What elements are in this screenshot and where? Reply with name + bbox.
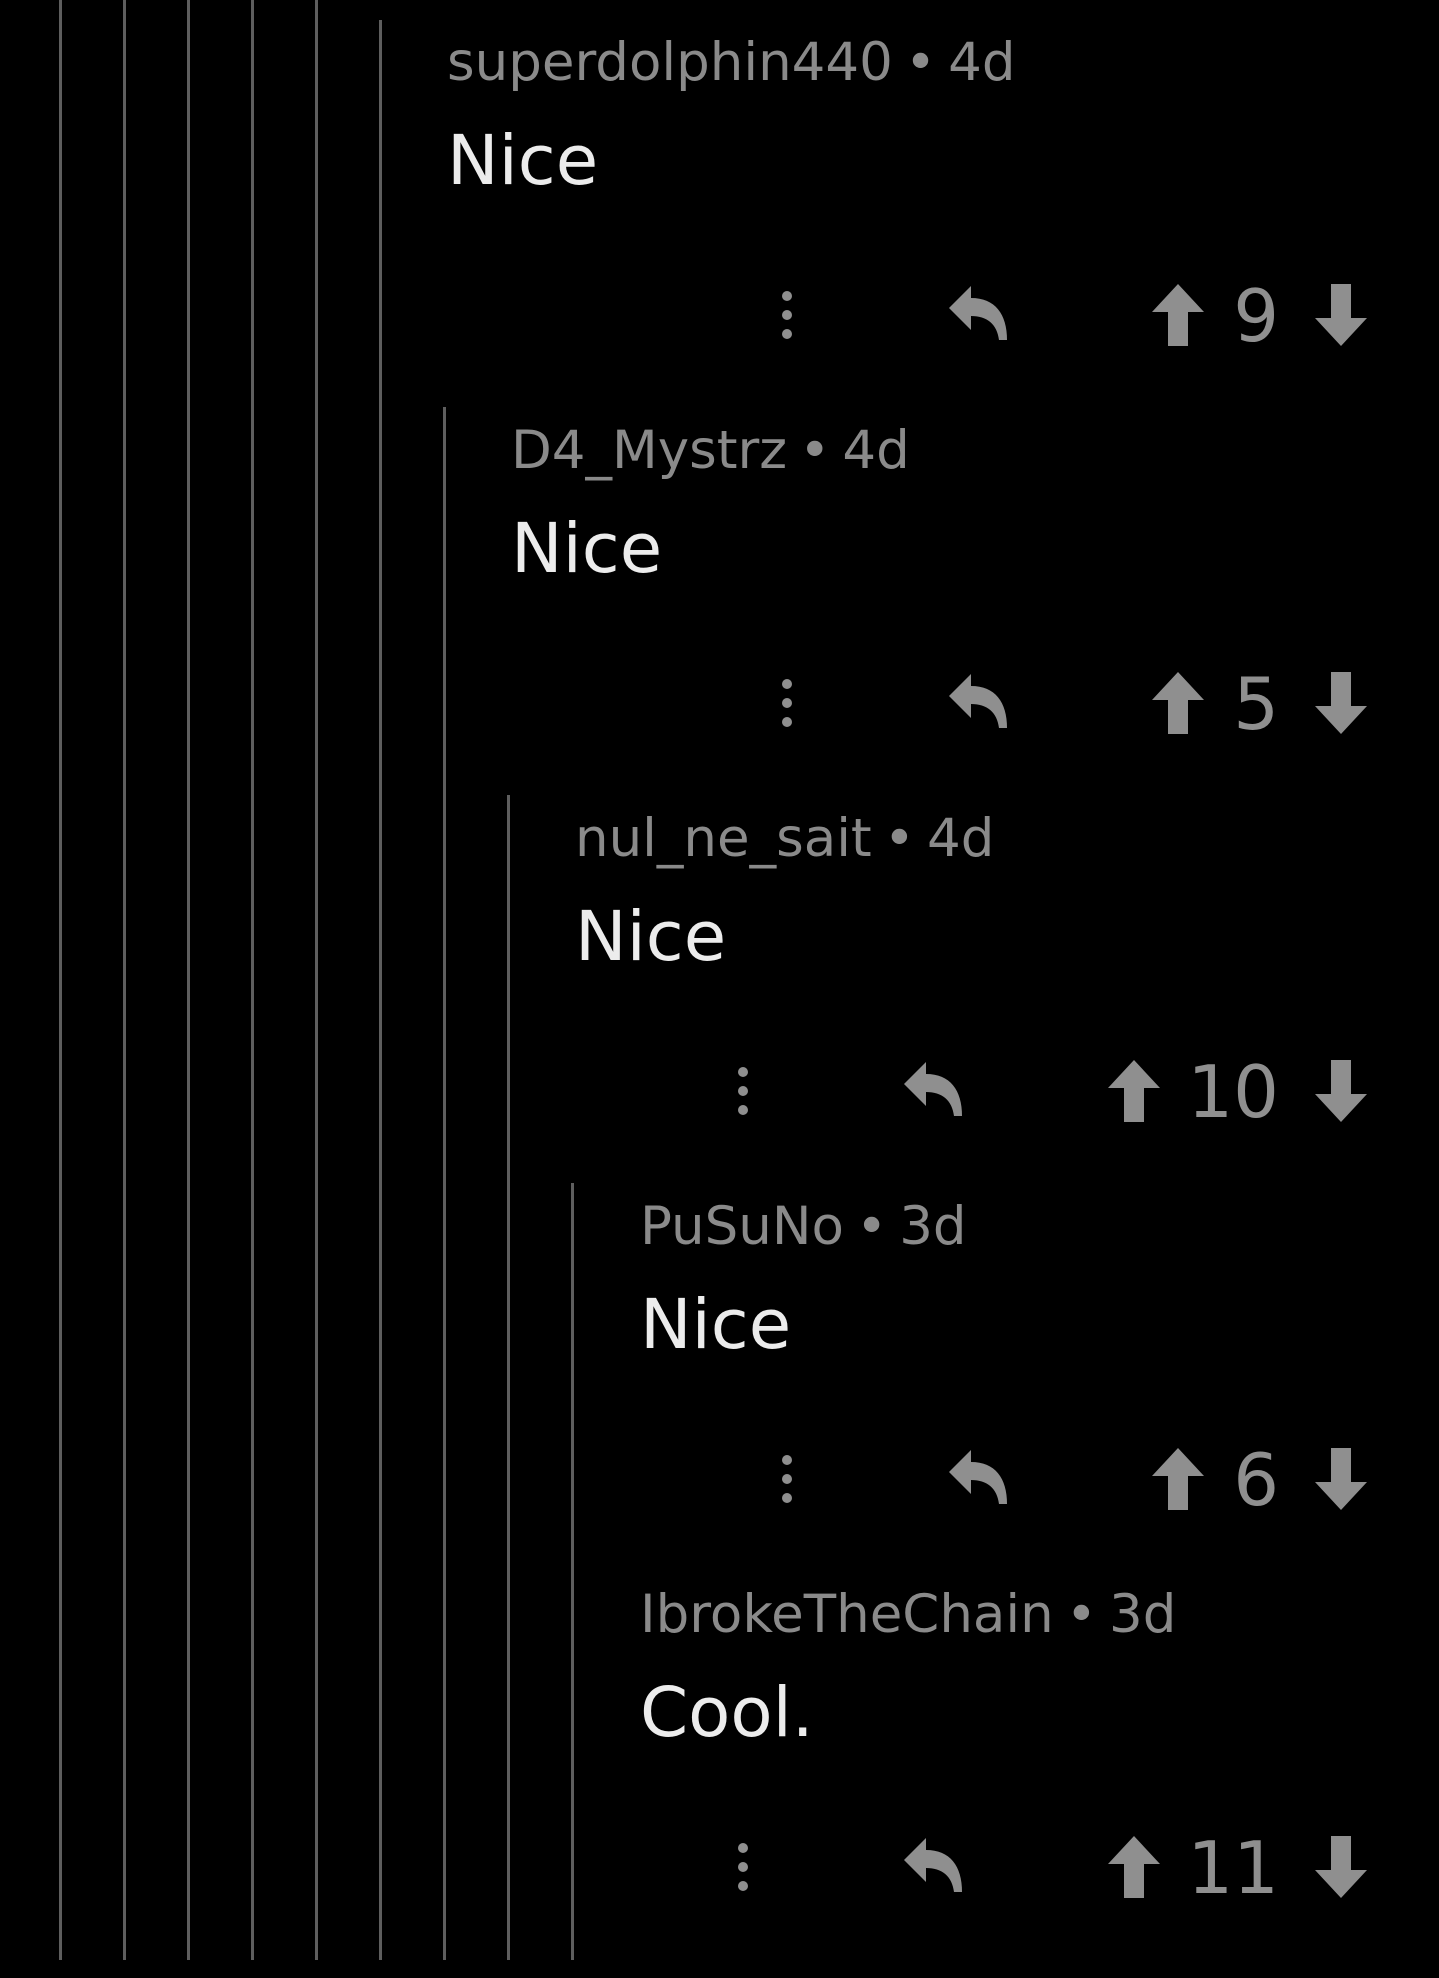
vote-score: 9 [1233, 274, 1279, 358]
reply-icon [904, 1838, 962, 1892]
comment-age: 4d [926, 808, 995, 869]
downvote-arrow-icon [1315, 1448, 1367, 1510]
comment-body: Nice [511, 509, 663, 589]
upvote-arrow-icon [1108, 1060, 1160, 1122]
reply-button[interactable] [900, 1056, 970, 1126]
comment: nul_ne_sait • 4d Nice 10 [0, 776, 1439, 1164]
comment-meta: superdolphin440 • 4d [447, 28, 1015, 98]
meta-separator: • [799, 420, 831, 481]
downvote-button[interactable] [1311, 668, 1371, 738]
downvote-arrow-icon [1315, 1836, 1367, 1898]
vote-score: 5 [1233, 662, 1279, 746]
more-vertical-icon [782, 679, 792, 727]
comment-meta: D4_Mystrz • 4d [511, 416, 910, 486]
comment-age: 4d [842, 420, 910, 481]
meta-separator: • [1065, 1584, 1097, 1645]
comment-author[interactable]: superdolphin440 [447, 32, 893, 93]
more-options-button[interactable] [713, 1837, 773, 1897]
comment-body: Cool. [640, 1673, 814, 1753]
comment-age: 3d [1108, 1584, 1177, 1645]
comment: IbrokeTheChain • 3d Cool. 11 [0, 1552, 1439, 1940]
more-vertical-icon [782, 291, 792, 339]
reply-icon [904, 1062, 962, 1116]
upvote-arrow-icon [1152, 284, 1204, 346]
upvote-button[interactable] [1148, 280, 1208, 350]
downvote-button[interactable] [1311, 1056, 1371, 1126]
downvote-arrow-icon [1315, 284, 1367, 346]
comment-author[interactable]: IbrokeTheChain [640, 1584, 1054, 1645]
reply-icon [949, 674, 1007, 728]
reply-button[interactable] [945, 1444, 1015, 1514]
more-vertical-icon [738, 1843, 748, 1891]
comment-age: 4d [948, 32, 1016, 93]
downvote-arrow-icon [1315, 1060, 1367, 1122]
downvote-button[interactable] [1311, 1444, 1371, 1514]
comment-meta: nul_ne_sait • 4d [575, 804, 994, 874]
comment: superdolphin440 • 4d Nice 9 [0, 0, 1439, 388]
comment-body: Nice [640, 1285, 792, 1365]
more-options-button[interactable] [713, 1061, 773, 1121]
upvote-button[interactable] [1148, 668, 1208, 738]
vote-score: 6 [1233, 1438, 1279, 1522]
comment-age: 3d [899, 1196, 967, 1257]
more-options-button[interactable] [757, 673, 817, 733]
meta-separator: • [855, 1196, 888, 1257]
reply-button[interactable] [945, 280, 1015, 350]
upvote-arrow-icon [1108, 1836, 1160, 1898]
reply-icon [949, 1450, 1007, 1504]
comment-body: Nice [447, 121, 599, 201]
comment-meta: IbrokeTheChain • 3d [640, 1580, 1176, 1650]
upvote-arrow-icon [1152, 1448, 1204, 1510]
more-options-button[interactable] [757, 285, 817, 345]
comment: D4_Mystrz • 4d Nice 5 [0, 388, 1439, 776]
meta-separator: • [904, 32, 937, 93]
reply-icon [949, 286, 1007, 340]
downvote-button[interactable] [1311, 1832, 1371, 1902]
comment-author[interactable]: D4_Mystrz [511, 420, 787, 481]
comment-meta: PuSuNo • 3d [640, 1192, 967, 1262]
meta-separator: • [883, 808, 915, 869]
upvote-button[interactable] [1104, 1832, 1164, 1902]
vote-score: 11 [1187, 1826, 1279, 1910]
vote-score: 10 [1187, 1050, 1279, 1134]
comment-body: Nice [575, 897, 727, 977]
upvote-arrow-icon [1152, 672, 1204, 734]
upvote-button[interactable] [1148, 1444, 1208, 1514]
more-vertical-icon [738, 1067, 748, 1115]
more-vertical-icon [782, 1455, 792, 1503]
more-options-button[interactable] [757, 1449, 817, 1509]
reply-button[interactable] [900, 1832, 970, 1902]
downvote-arrow-icon [1315, 672, 1367, 734]
reply-button[interactable] [945, 668, 1015, 738]
comment-author[interactable]: nul_ne_sait [575, 808, 872, 869]
comment-author[interactable]: PuSuNo [640, 1196, 844, 1257]
downvote-button[interactable] [1311, 280, 1371, 350]
upvote-button[interactable] [1104, 1056, 1164, 1126]
comment: PuSuNo • 3d Nice 6 [0, 1164, 1439, 1552]
